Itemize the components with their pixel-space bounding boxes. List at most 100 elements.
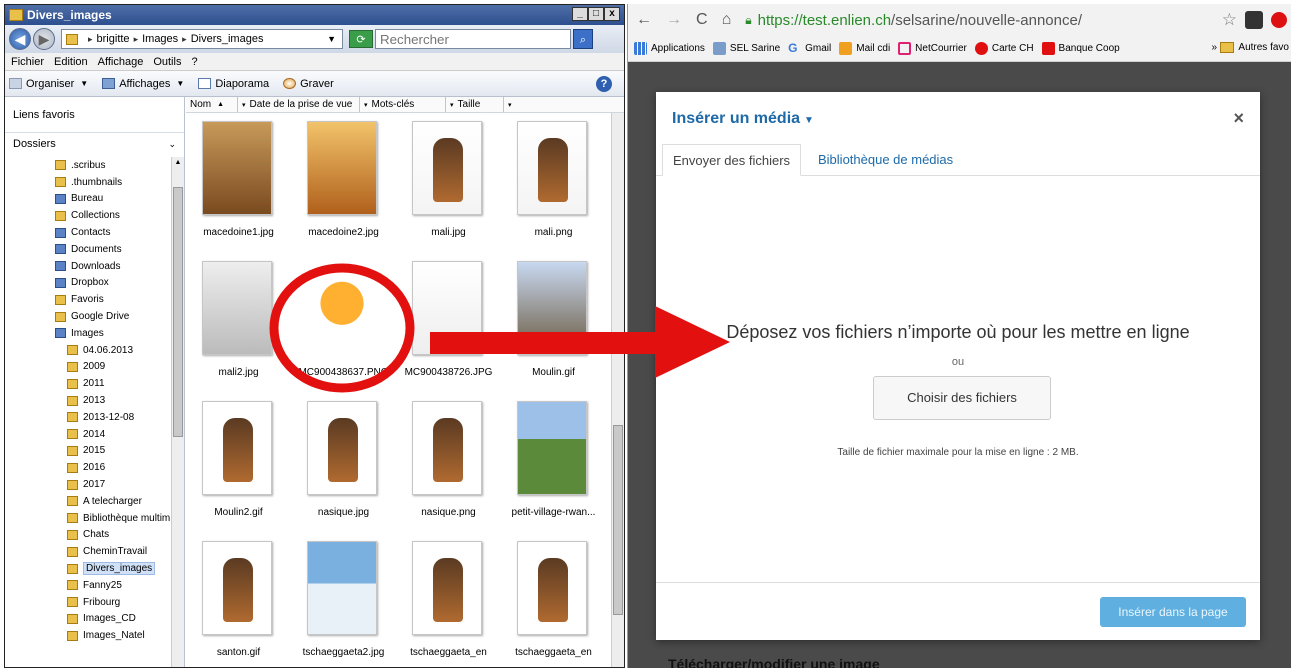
column-date[interactable]: ▾ Date de la prise de vue xyxy=(238,97,360,112)
file-thumbnail[interactable]: mali2.jpg xyxy=(186,253,291,393)
chevron-down-icon[interactable]: ▼ xyxy=(327,34,336,44)
bookmarks-overflow-button[interactable]: » xyxy=(1211,42,1217,53)
choose-files-button[interactable]: Choisir des fichiers xyxy=(873,376,1051,420)
explorer-titlebar[interactable]: Divers_images _ □ x xyxy=(5,5,624,25)
opera-icon[interactable] xyxy=(1271,12,1287,28)
bookmark-mail-cdi[interactable]: Mail cdi xyxy=(839,42,890,55)
forward-arrow-icon[interactable]: → xyxy=(666,11,682,29)
diaporama-button[interactable]: Diaporama xyxy=(198,78,269,90)
address-field[interactable]: ▸ brigitte ▸ Images ▸ Divers_images ▼ xyxy=(61,29,343,49)
menu-fichier[interactable]: Fichier xyxy=(11,56,44,68)
affichages-button[interactable]: Affichages ▼ xyxy=(102,78,184,90)
tree-item[interactable]: Images_Natel xyxy=(5,627,171,644)
insert-into-page-button[interactable]: Insérer dans la page xyxy=(1100,597,1246,627)
file-thumbnail[interactable]: Moulin2.gif xyxy=(186,393,291,533)
scrollbar-thumb[interactable] xyxy=(613,425,623,615)
tree-item[interactable]: Fanny25 xyxy=(5,577,171,594)
tree-item[interactable]: 2013-12-08 xyxy=(5,409,171,426)
tree-item[interactable]: Bibliothèque multim xyxy=(5,510,171,527)
bookmark-banque-coop[interactable]: Banque Coop xyxy=(1041,42,1120,55)
modal-title[interactable]: Insérer un média ▼ xyxy=(672,110,814,128)
scrollbar-thumb[interactable] xyxy=(173,187,183,437)
tree-item[interactable]: A telecharger xyxy=(5,493,171,510)
file-thumbnail[interactable]: petit-village-rwan... xyxy=(501,393,606,533)
menu-edition[interactable]: Edition xyxy=(54,56,88,68)
close-button[interactable]: x xyxy=(604,7,620,21)
file-thumbnail[interactable]: tschaeggaeta_en xyxy=(396,533,501,667)
help-icon[interactable]: ? xyxy=(596,76,612,92)
refresh-icon[interactable]: ⟳ xyxy=(349,30,373,48)
tree-item[interactable]: .scribus xyxy=(5,157,171,174)
file-thumbnail[interactable]: nasique.jpg xyxy=(291,393,396,533)
tree-item[interactable]: Documents xyxy=(5,241,171,258)
extension-icon[interactable] xyxy=(1245,11,1263,29)
close-icon[interactable]: × xyxy=(1233,108,1244,129)
tree-item[interactable]: Images xyxy=(5,325,171,342)
tree-item[interactable]: CheminTravail xyxy=(5,543,171,560)
maximize-button[interactable]: □ xyxy=(588,7,604,21)
file-thumbnail[interactable]: tschaeggaeta2.jpg xyxy=(291,533,396,667)
home-icon[interactable]: ⌂ xyxy=(722,11,732,29)
forward-button[interactable]: ▶ xyxy=(33,28,55,50)
tree-item[interactable]: Downloads xyxy=(5,258,171,275)
tree-item[interactable]: Bureau xyxy=(5,191,171,208)
tree-item[interactable]: Google Drive xyxy=(5,308,171,325)
tree-item[interactable]: 2014 xyxy=(5,426,171,443)
tree-item[interactable]: 2017 xyxy=(5,476,171,493)
bookmark-gmail[interactable]: G Gmail xyxy=(788,42,831,55)
tree-scrollbar[interactable]: ▲ xyxy=(171,157,184,667)
file-thumbnail[interactable]: macedoine2.jpg xyxy=(291,113,396,253)
tab-media-library[interactable]: Bibliothèque de médias xyxy=(808,144,963,176)
drop-zone-text[interactable]: Déposez vos fichiers n’importe où pour l… xyxy=(656,322,1260,343)
file-scrollbar[interactable] xyxy=(611,113,624,667)
tree-item[interactable]: Dropbox xyxy=(5,275,171,292)
minimize-button[interactable]: _ xyxy=(572,7,588,21)
file-thumbnail[interactable]: MC900438726.JPG xyxy=(396,253,501,393)
url-field[interactable]: https://test.enlien.ch/selsarine/nouvell… xyxy=(758,12,1082,29)
search-input[interactable] xyxy=(375,29,571,49)
folders-header[interactable]: Dossiers ⌄ xyxy=(5,133,184,155)
tree-item[interactable]: 2011 xyxy=(5,375,171,392)
tree-item[interactable]: 2015 xyxy=(5,443,171,460)
file-thumbnail[interactable]: mali.jpg xyxy=(396,113,501,253)
file-thumbnail[interactable]: MC900438637.PNG xyxy=(291,253,396,393)
breadcrumb-images[interactable]: Images xyxy=(142,33,178,45)
tree-item[interactable]: Images_CD xyxy=(5,611,171,628)
breadcrumb-brigitte[interactable]: brigitte xyxy=(97,33,130,45)
menu-affichage[interactable]: Affichage xyxy=(98,56,144,68)
tree-item[interactable]: Divers_images xyxy=(5,560,171,577)
back-button[interactable]: ◀ xyxy=(9,28,31,50)
column-size[interactable]: ▾ Taille xyxy=(446,97,504,112)
scroll-up-icon[interactable]: ▲ xyxy=(173,159,183,171)
tree-item[interactable]: Collections xyxy=(5,207,171,224)
bookmark-applications[interactable]: Applications xyxy=(634,42,705,55)
tree-item[interactable]: Favoris xyxy=(5,291,171,308)
file-thumbnail[interactable]: tschaeggaeta_en xyxy=(501,533,606,667)
graver-button[interactable]: Graver xyxy=(283,78,334,90)
column-keywords[interactable]: ▾ Mots-clés xyxy=(360,97,446,112)
tree-item[interactable]: Chats xyxy=(5,527,171,544)
file-thumbnail[interactable]: santon.gif xyxy=(186,533,291,667)
file-thumbnail[interactable]: macedoine1.jpg xyxy=(186,113,291,253)
star-icon[interactable]: ☆ xyxy=(1222,10,1237,30)
tree-item[interactable]: 04.06.2013 xyxy=(5,342,171,359)
file-thumbnail[interactable]: Moulin.gif xyxy=(501,253,606,393)
tree-item[interactable]: Contacts xyxy=(5,224,171,241)
tree-item[interactable]: Fribourg xyxy=(5,594,171,611)
bookmark-carte-ch[interactable]: Carte CH xyxy=(974,42,1034,55)
tree-item[interactable]: 2009 xyxy=(5,359,171,376)
bookmark-netcourrier[interactable]: NetCourrier xyxy=(898,42,967,55)
bookmark-other-favorites[interactable]: Autres favo xyxy=(1220,42,1289,53)
back-arrow-icon[interactable]: ← xyxy=(636,11,652,29)
column-extra[interactable]: ▾ xyxy=(504,97,608,112)
menu-help[interactable]: ? xyxy=(191,56,197,68)
tree-item[interactable]: .thumbnails xyxy=(5,174,171,191)
column-name[interactable]: Nom ▲ xyxy=(186,97,238,112)
file-thumbnail[interactable]: nasique.png xyxy=(396,393,501,533)
reload-icon[interactable]: C xyxy=(696,11,708,29)
bookmark-sel-sarine[interactable]: SEL Sarine xyxy=(712,42,780,55)
tree-item[interactable]: 2016 xyxy=(5,459,171,476)
menu-outils[interactable]: Outils xyxy=(153,56,181,68)
tree-item[interactable]: 2013 xyxy=(5,392,171,409)
breadcrumb-divers-images[interactable]: Divers_images xyxy=(191,33,264,45)
